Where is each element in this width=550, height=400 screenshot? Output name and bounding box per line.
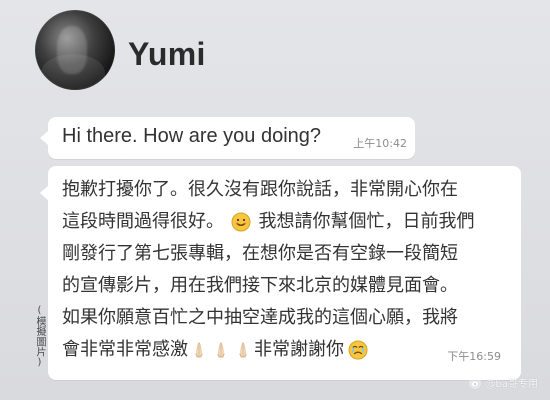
message-line-2: 這段時間過得很好。 我想請你幫個忙，日前我們	[62, 206, 511, 238]
folded-hands-icon	[217, 342, 225, 358]
message-bubble-1: Hi there. How are you doing? 上午10:42	[40, 117, 415, 159]
message-line-6-start: 會非常非常感激	[62, 339, 188, 360]
weibo-icon	[468, 376, 481, 389]
side-note: (模擬圖片)	[34, 305, 45, 369]
message-time-2: 下午16:59	[447, 350, 501, 363]
message-body-2: 抱歉打擾你了。很久沒有跟你說話，非常開心你在 這段時間過得很好。 我想請你幫個忙…	[62, 174, 511, 366]
message-line-2-end: 我想請你幫個忙，日前我們	[258, 211, 475, 232]
message-time-1: 上午10:42	[353, 137, 407, 150]
avatar[interactable]	[35, 10, 115, 90]
bubble-tail-icon	[40, 186, 48, 200]
watermark: @ba哥专用	[468, 375, 538, 390]
message-line-4: 的宣傳影片，用在我們接下來北京的媒體見面會。	[62, 275, 458, 296]
contact-name: Yumi	[128, 36, 206, 72]
message-line-1: 抱歉打擾你了。很久沒有跟你說話，非常開心你在	[62, 179, 458, 200]
message-line-6: 會非常非常感激 非常謝謝你	[62, 334, 511, 366]
watermark-text: @ba哥专用	[485, 379, 538, 390]
message-text-1: Hi there. How are you doing?	[62, 125, 322, 147]
crying-face-icon	[348, 340, 368, 360]
message-bubble-2: 抱歉打擾你了。很久沒有跟你說話，非常開心你在 這段時間過得很好。 我想請你幫個忙…	[40, 166, 521, 380]
message-line-2-start: 這段時間過得很好。	[62, 211, 224, 232]
message-line-6-end: 非常謝謝你	[254, 339, 344, 360]
chat-screenshot: Yumi Hi there. How are you doing? 上午10:4…	[0, 0, 550, 400]
smiling-face-icon	[231, 212, 251, 232]
folded-hands-icon	[239, 342, 247, 358]
message-line-5: 如果你願意百忙之中抽空達成我的這個心願，我將	[62, 307, 458, 328]
message-line-3: 剛發行了第七張專輯，在想你是否有空錄一段簡短	[62, 243, 458, 264]
folded-hands-icon	[195, 342, 203, 358]
bubble-tail-icon	[40, 131, 48, 145]
